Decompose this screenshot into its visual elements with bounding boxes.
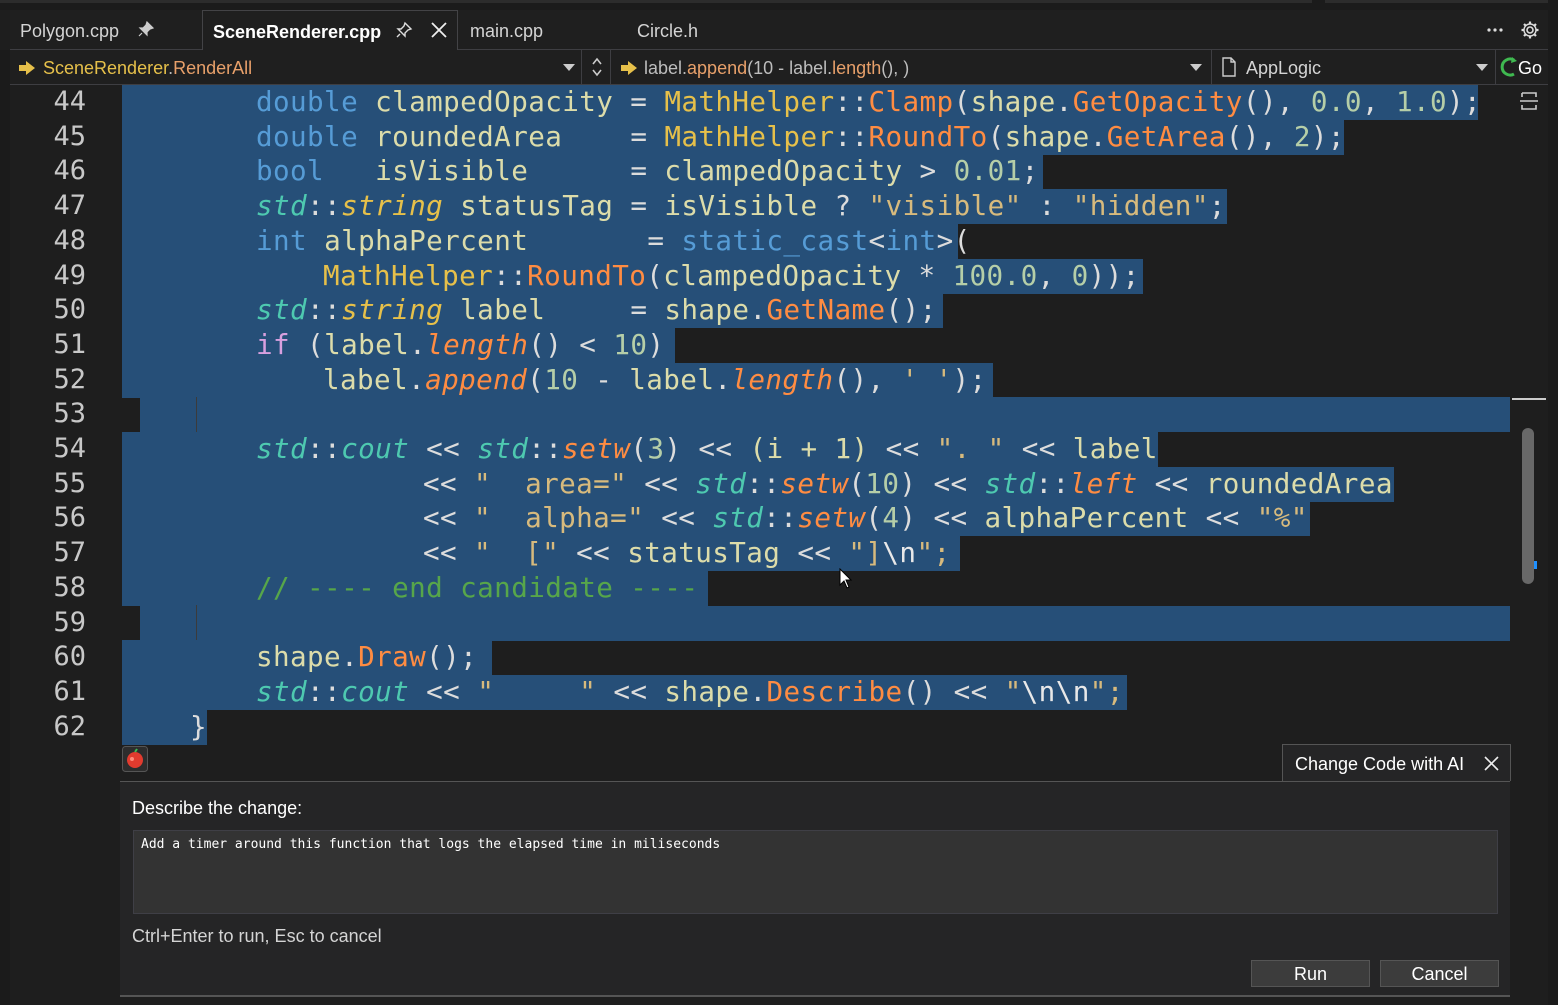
prompt-input[interactable]: Add a timer around this function that lo… xyxy=(133,830,1498,914)
code-line-50: std::string label = shape.GetName(); xyxy=(256,293,937,327)
prompt-label: Describe the change: xyxy=(132,798,303,818)
tab-label: Polygon.cpp xyxy=(20,21,120,41)
scope-icon xyxy=(621,61,637,75)
document-icon xyxy=(1222,57,1236,77)
line-number: 55 xyxy=(53,467,86,499)
member-call2: length xyxy=(832,58,882,78)
indent-guide xyxy=(196,605,197,640)
run-button[interactable]: Run xyxy=(1251,960,1370,987)
code-line-51: if (label.length() < 10) xyxy=(256,327,665,361)
member-mid: (10 - label. xyxy=(747,58,833,78)
code-line-62: } xyxy=(190,709,208,743)
line-number: 60 xyxy=(53,641,86,673)
scroll-thumb[interactable] xyxy=(1522,428,1534,584)
copilot-icon[interactable] xyxy=(122,746,148,772)
split-editor-icon[interactable] xyxy=(1519,90,1539,112)
cancel-button[interactable]: Cancel xyxy=(1380,960,1499,987)
right-border xyxy=(1548,10,1558,1005)
go-icon xyxy=(1500,57,1517,77)
chevron-down-icon xyxy=(1476,64,1488,71)
line-number: 50 xyxy=(53,294,86,326)
code-line-60: shape.Draw(); xyxy=(256,640,478,674)
line-number: 62 xyxy=(53,710,86,742)
indent-guide xyxy=(196,397,197,432)
project-dropdown[interactable]: AppLogic xyxy=(1214,50,1496,84)
code-line-44: double clampedOpacity = MathHelper::Clam… xyxy=(256,85,1482,118)
more-icon[interactable] xyxy=(1485,20,1505,40)
selection-highlight xyxy=(140,397,1510,433)
code-line-55: << " area=" << std::setw(10) << std::lef… xyxy=(423,466,1393,500)
code-line-58: // ---- end candidate ---- xyxy=(256,570,699,604)
line-number: 45 xyxy=(53,120,86,152)
tab-circle-h[interactable]: Circle.h xyxy=(627,10,787,49)
title-strip-segment xyxy=(1325,0,1548,3)
member-dropdown[interactable]: label.append(10 - label.length(), ) xyxy=(611,50,1212,84)
scroll-marker xyxy=(1512,398,1546,400)
line-number: 59 xyxy=(53,606,86,638)
code-line-54: std::cout << std::setw(3) << (i + 1) << … xyxy=(256,432,1158,465)
line-number-gutter: 44 45 46 47 48 49 50 51 52 53 54 55 56 5… xyxy=(10,85,120,742)
tab-label: main.cpp xyxy=(470,21,544,41)
scope-member: RenderAll xyxy=(173,58,253,78)
gear-icon[interactable] xyxy=(1520,20,1540,40)
go-button[interactable]: Go xyxy=(1498,50,1548,84)
code-line-61: std::cout << " " << shape.Describe() << … xyxy=(256,674,1124,708)
line-number: 52 xyxy=(53,363,86,395)
scope-icon xyxy=(19,61,35,75)
tab-label: SceneRenderer.cpp xyxy=(213,22,382,42)
chevron-down-icon xyxy=(563,64,575,71)
line-number: 51 xyxy=(53,328,86,360)
scope-dropdown[interactable]: SceneRenderer.RenderAll xyxy=(10,50,582,84)
tab-label: Circle.h xyxy=(637,21,699,41)
mouse-pointer-icon xyxy=(839,568,853,589)
line-number: 56 xyxy=(53,502,86,534)
line-number: 44 xyxy=(53,86,86,117)
title-strip-segment xyxy=(0,0,1312,3)
tab-scenerenderer-cpp[interactable]: SceneRenderer.cpp xyxy=(202,10,458,50)
member-suffix: (), ) xyxy=(881,58,910,78)
project-name: AppLogic xyxy=(1246,58,1322,78)
left-border xyxy=(0,50,10,1005)
chevron-down-icon xyxy=(1190,64,1202,71)
shortcut-hint: Ctrl+Enter to run, Esc to cancel xyxy=(132,926,382,946)
code-line-48: int alphaPercent = static_cast<int>( xyxy=(256,223,971,257)
pin-icon[interactable] xyxy=(395,21,413,39)
close-icon[interactable] xyxy=(1483,755,1500,772)
line-number: 46 xyxy=(53,155,86,187)
ai-badge-label: Change Code with AI xyxy=(1295,754,1465,774)
go-label: Go xyxy=(1518,58,1543,78)
member-prefix: label. xyxy=(644,58,688,78)
code-editor[interactable]: double clampedOpacity = MathHelper::Clam… xyxy=(120,85,1510,745)
scope-spinner[interactable] xyxy=(584,50,611,84)
title-strip xyxy=(0,0,1558,10)
navigation-bar: SceneRenderer.RenderAll label.append(10 … xyxy=(10,50,1548,85)
change-code-with-ai-panel: Describe the change: Add a timer around … xyxy=(120,781,1510,997)
scope-class: SceneRenderer xyxy=(43,58,169,78)
line-number: 48 xyxy=(53,224,86,256)
close-icon[interactable] xyxy=(430,21,448,39)
code-line-46: bool isVisible = clampedOpacity > 0.01; xyxy=(256,154,1039,188)
tab-bar: Polygon.cpp SceneRenderer.cpp main.cpp C… xyxy=(10,10,1548,50)
line-number: 53 xyxy=(53,398,86,430)
code-line-56: << " alpha=" << std::setw(4) << alphaPer… xyxy=(423,501,1308,535)
code-line-52: label.append(10 - label.length(), ' '); xyxy=(323,362,987,396)
code-line-45: double roundedArea = MathHelper::RoundTo… xyxy=(256,119,1345,153)
code-line-47: std::string statusTag = isVisible ? "vis… xyxy=(256,189,1226,223)
code-line-57: << " [" << statusTag << "]\n"; xyxy=(423,536,951,570)
selection-highlight xyxy=(140,605,1510,641)
line-number: 58 xyxy=(53,571,86,603)
tab-polygon-cpp[interactable]: Polygon.cpp xyxy=(10,10,201,49)
line-number: 57 xyxy=(53,537,86,569)
member-call: append xyxy=(687,58,748,78)
tab-main-cpp[interactable]: main.cpp xyxy=(460,10,625,49)
line-number: 61 xyxy=(53,675,86,707)
up-down-icon xyxy=(592,57,602,77)
line-number: 49 xyxy=(53,259,86,291)
pin-icon[interactable] xyxy=(137,20,155,38)
line-number: 47 xyxy=(53,190,86,222)
change-code-with-ai-badge: Change Code with AI xyxy=(1282,744,1511,781)
line-number: 54 xyxy=(53,433,86,464)
code-line-49: MathHelper::RoundTo(clampedOpacity * 100… xyxy=(323,258,1140,292)
